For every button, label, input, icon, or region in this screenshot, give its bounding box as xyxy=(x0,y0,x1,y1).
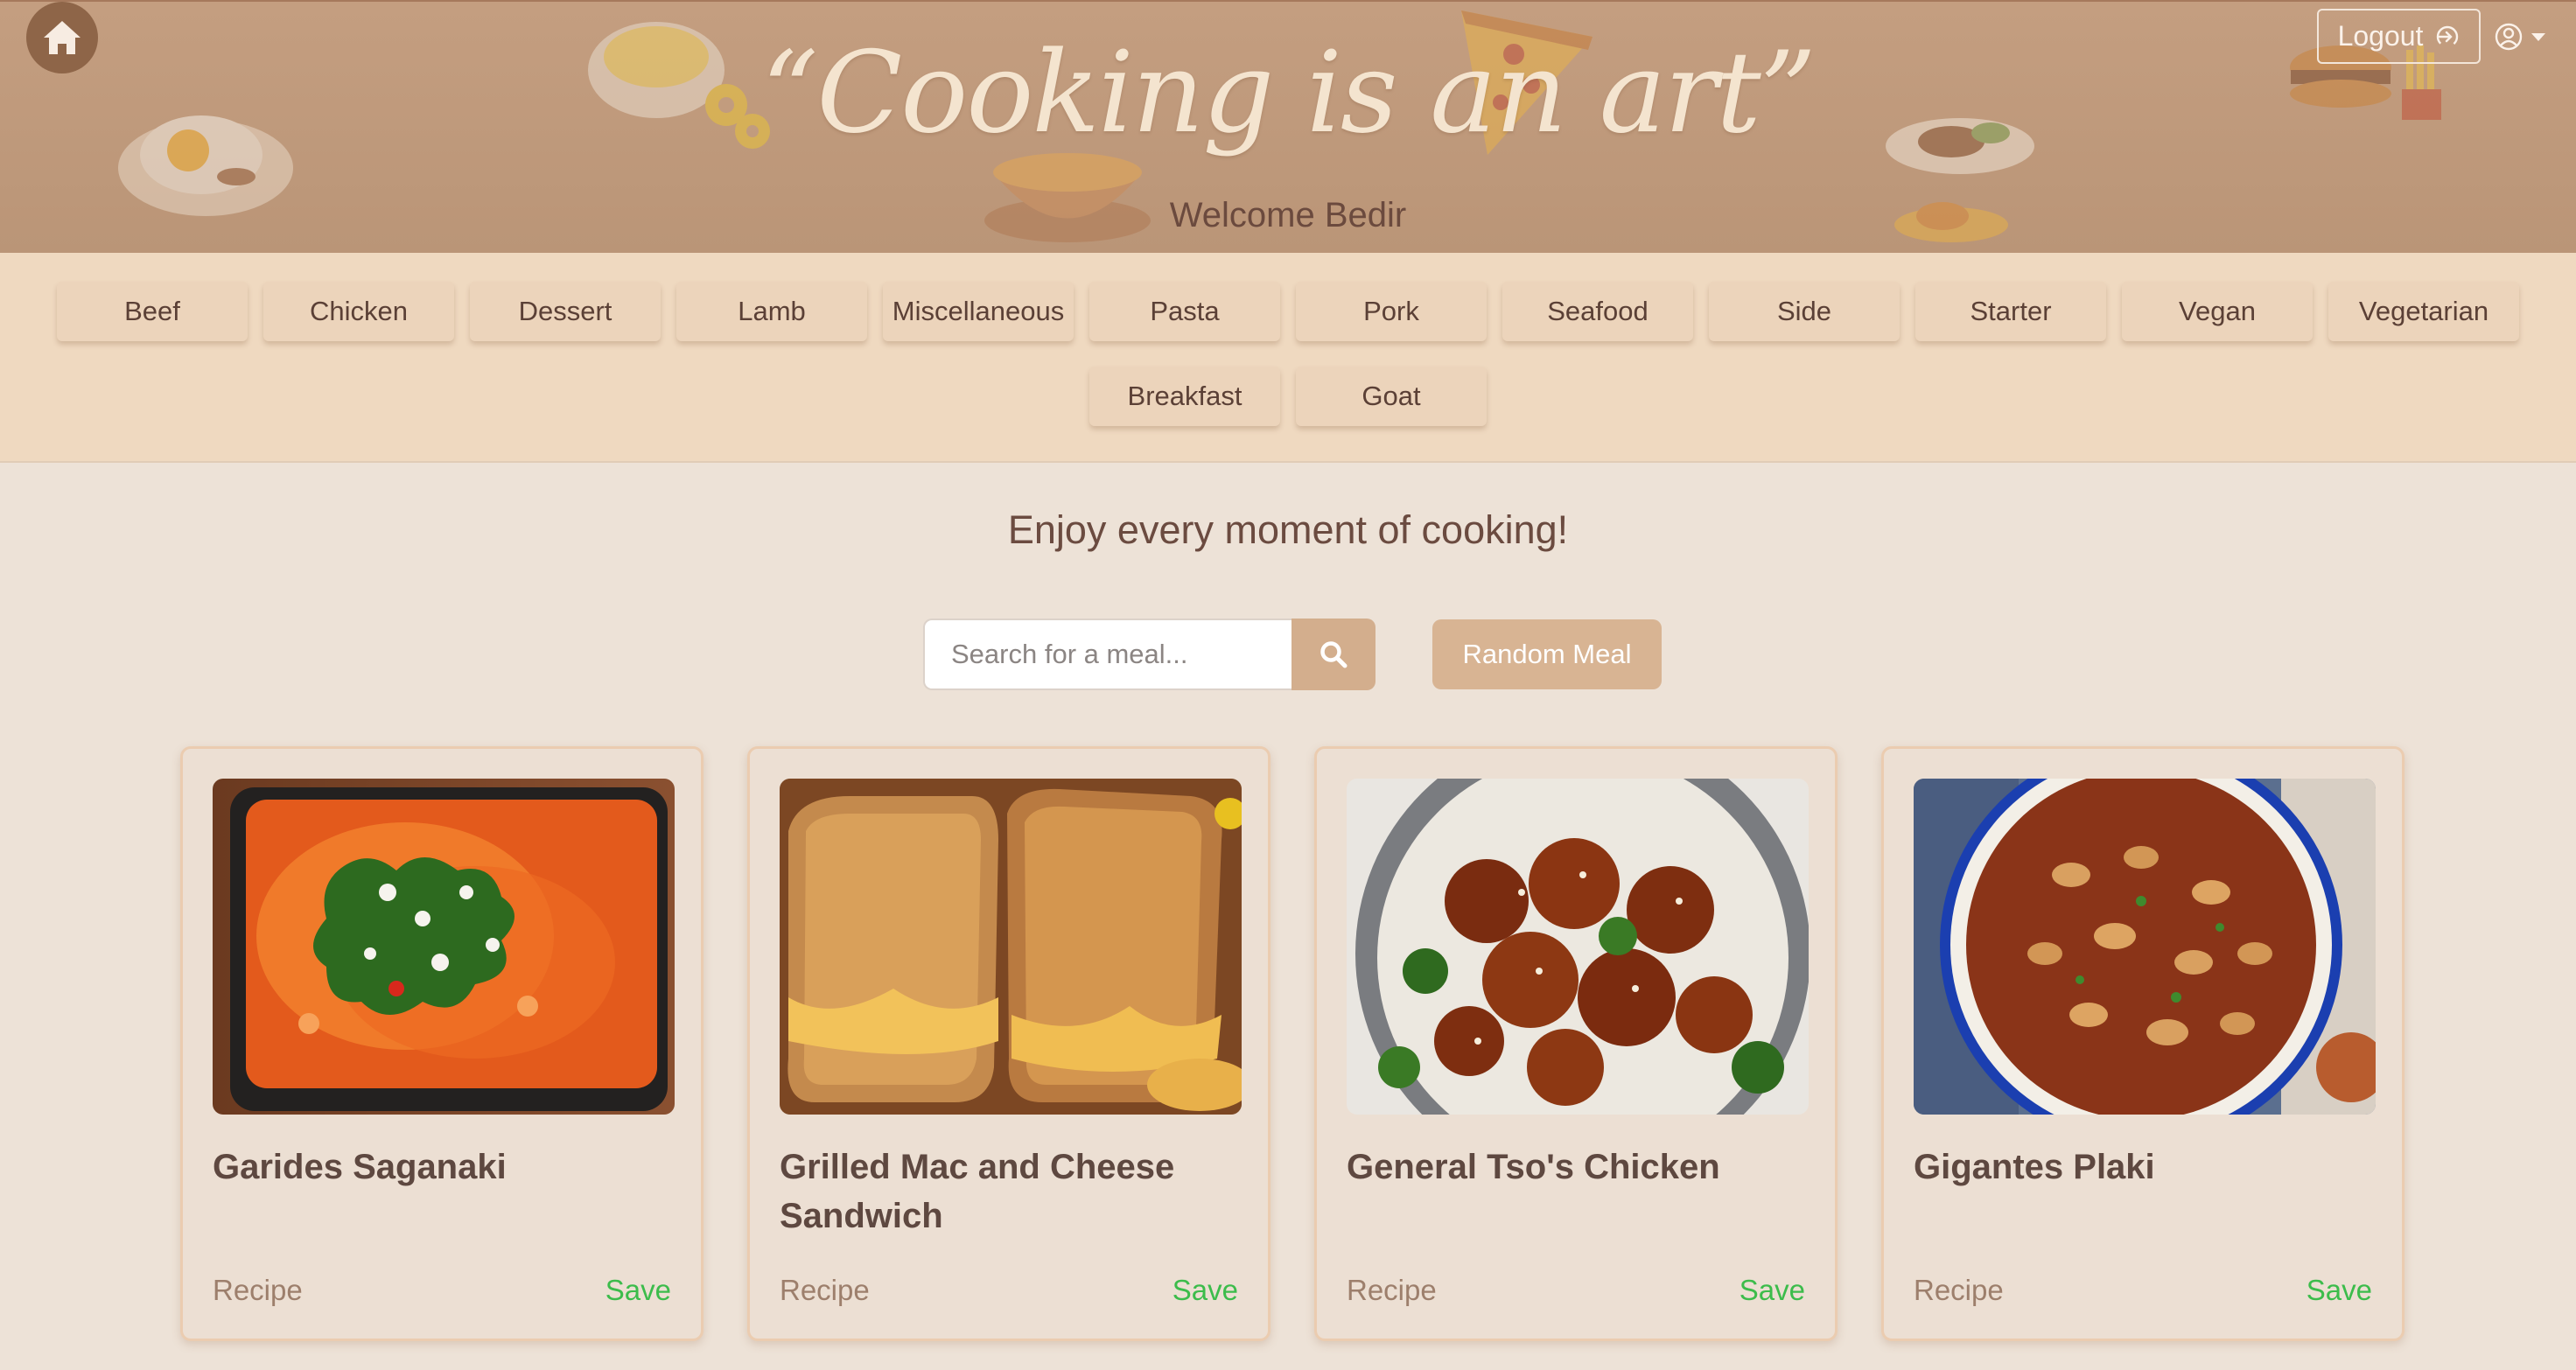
meal-card: General Tso's Chicken Recipe Save xyxy=(1314,746,1838,1341)
search-input[interactable] xyxy=(923,619,1292,690)
meal-card: Gigantes Plaki Recipe Save xyxy=(1881,746,2404,1341)
category-pasta[interactable]: Pasta xyxy=(1089,282,1280,341)
gigantes-plaki-photo xyxy=(1914,779,2376,1115)
save-button[interactable]: Save xyxy=(1172,1274,1238,1307)
meal-title: Gigantes Plaki xyxy=(1914,1148,2155,1186)
search-icon xyxy=(1320,641,1348,668)
recipe-link[interactable]: Recipe xyxy=(1347,1274,1437,1307)
category-chicken[interactable]: Chicken xyxy=(263,282,454,341)
category-seafood[interactable]: Seafood xyxy=(1502,282,1693,341)
grilled-mac-cheese-photo xyxy=(780,779,1242,1115)
meal-image[interactable] xyxy=(780,779,1242,1115)
category-pork[interactable]: Pork xyxy=(1296,282,1487,341)
garides-saganaki-photo xyxy=(213,779,675,1115)
logout-icon xyxy=(2437,25,2459,47)
meal-image[interactable] xyxy=(1347,779,1809,1115)
meal-title: General Tso's Chicken xyxy=(1347,1148,1720,1186)
recipe-link[interactable]: Recipe xyxy=(213,1274,303,1307)
random-meal-button[interactable]: Random Meal xyxy=(1432,619,1662,689)
page-slogan: “Cooking is an art” xyxy=(760,28,1816,158)
save-button[interactable]: Save xyxy=(2306,1274,2372,1307)
category-vegan[interactable]: Vegan xyxy=(2122,282,2313,341)
category-vegetarian[interactable]: Vegetarian xyxy=(2328,282,2519,341)
meal-card: Grilled Mac and Cheese Sandwich Recipe S… xyxy=(747,746,1270,1341)
meal-image[interactable] xyxy=(213,779,675,1115)
recipe-link[interactable]: Recipe xyxy=(1914,1274,2004,1307)
meal-image[interactable] xyxy=(1914,779,2376,1115)
category-goat[interactable]: Goat xyxy=(1296,367,1487,426)
meal-title: Grilled Mac and Cheese Sandwich xyxy=(780,1148,1175,1235)
user-circle-icon xyxy=(2495,23,2523,51)
user-menu-dropdown[interactable] xyxy=(2494,19,2546,54)
meal-card: Garides Saganaki Recipe Save xyxy=(180,746,704,1341)
category-lamb[interactable]: Lamb xyxy=(676,282,867,341)
category-bar: Beef Chicken Dessert Lamb Miscellaneous … xyxy=(0,253,2576,463)
category-row: Breakfast Goat xyxy=(0,367,2576,426)
category-row: Beef Chicken Dessert Lamb Miscellaneous … xyxy=(0,282,2576,341)
category-beef[interactable]: Beef xyxy=(57,282,248,341)
general-tsos-chicken-photo xyxy=(1347,779,1809,1115)
header-banner: “Cooking is an art” Welcome Bedir Logout xyxy=(0,0,2576,253)
category-miscellaneous[interactable]: Miscellaneous xyxy=(883,282,1074,341)
category-dessert[interactable]: Dessert xyxy=(470,282,661,341)
caret-down-icon xyxy=(2531,33,2545,41)
logout-button[interactable]: Logout xyxy=(2317,9,2481,64)
category-breakfast[interactable]: Breakfast xyxy=(1089,367,1280,426)
category-starter[interactable]: Starter xyxy=(1915,282,2106,341)
logout-label: Logout xyxy=(2337,20,2424,52)
welcome-message: Welcome Bedir xyxy=(1169,196,1407,234)
save-button[interactable]: Save xyxy=(606,1274,671,1307)
search-button[interactable] xyxy=(1292,619,1376,690)
search-bar xyxy=(923,619,1376,690)
tagline-heading: Enjoy every moment of cooking! xyxy=(1007,507,1569,552)
category-side[interactable]: Side xyxy=(1709,282,1900,341)
save-button[interactable]: Save xyxy=(1740,1274,1805,1307)
meal-title: Garides Saganaki xyxy=(213,1148,507,1186)
recipe-link[interactable]: Recipe xyxy=(780,1274,870,1307)
